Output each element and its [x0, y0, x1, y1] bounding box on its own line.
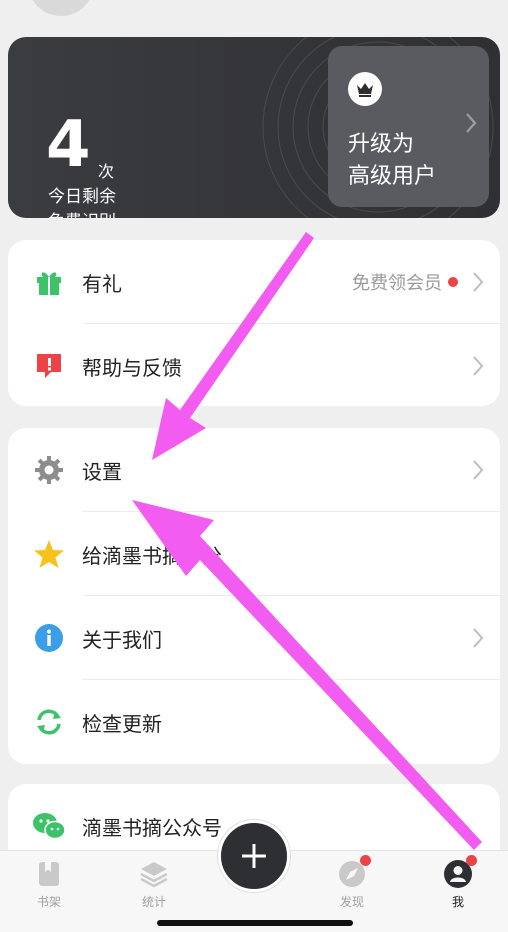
chevron-right-icon — [473, 628, 484, 648]
menu-group-rewards: 有礼 免费领会员 帮助与反馈 — [8, 240, 500, 406]
user-icon — [443, 855, 477, 889]
home-indicator — [157, 920, 353, 926]
tab-discover[interactable]: 发现 — [322, 855, 382, 910]
menu-group-settings: 设置 给滴墨书摘评分 关于我们 检查更新 — [8, 428, 500, 764]
crown-icon — [348, 72, 382, 106]
add-button[interactable] — [218, 820, 290, 892]
menu-item-label: 关于我们 — [82, 627, 162, 652]
menu-item-settings[interactable]: 设置 — [8, 428, 500, 512]
menu-item-label: 帮助与反馈 — [82, 355, 182, 380]
menu-item-gift[interactable]: 有礼 免费领会员 — [8, 240, 500, 324]
menu-item-rate-app[interactable]: 给滴墨书摘评分 — [8, 512, 500, 596]
menu-item-label: 滴墨书摘公众号 — [82, 815, 222, 840]
stats-layers-icon — [139, 859, 169, 889]
tab-label: 统计 — [141, 895, 166, 909]
chevron-right-icon — [473, 356, 484, 376]
menu-item-label: 给滴墨书摘评分 — [82, 543, 222, 568]
help-feedback-icon — [32, 349, 66, 383]
tab-stats[interactable]: 统计 — [124, 859, 184, 910]
upgrade-label: 升级为 — [348, 132, 415, 157]
chevron-right-icon — [473, 272, 484, 292]
tab-me[interactable]: 我 — [428, 855, 488, 910]
gear-icon — [32, 453, 66, 487]
tab-bookshelf[interactable]: 书架 — [19, 859, 79, 910]
remaining-label: 今日剩余 — [48, 187, 116, 207]
remaining-unit: 次 — [98, 162, 115, 181]
notification-dot — [360, 855, 371, 866]
chevron-right-icon — [473, 460, 484, 480]
chevron-right-icon — [466, 113, 477, 133]
notification-dot — [448, 277, 458, 287]
tab-label: 我 — [451, 895, 464, 909]
free-membership-text: 免费领会员 — [352, 273, 442, 294]
menu-item-label: 检查更新 — [82, 711, 162, 736]
info-icon — [32, 621, 66, 655]
menu-item-help-feedback[interactable]: 帮助与反馈 — [8, 324, 500, 406]
plus-icon — [242, 844, 266, 868]
free-membership-hint: 免费领会员 — [352, 269, 458, 295]
menu-item-check-update[interactable]: 检查更新 — [8, 680, 500, 764]
tab-label: 发现 — [339, 895, 364, 909]
bookshelf-icon — [34, 859, 64, 889]
notification-dot — [466, 855, 477, 866]
avatar[interactable] — [28, 0, 94, 16]
wechat-icon — [32, 809, 66, 843]
free-recognition-label: 免费识别 — [48, 207, 116, 218]
compass-icon — [337, 855, 371, 889]
refresh-icon — [32, 705, 66, 739]
tab-label: 书架 — [36, 895, 61, 909]
menu-item-about-us[interactable]: 关于我们 — [8, 596, 500, 680]
remaining-count: 4 — [46, 108, 91, 182]
star-icon — [32, 537, 66, 571]
gift-icon — [32, 265, 66, 299]
upgrade-button[interactable]: 升级为 高级用户 — [328, 46, 489, 207]
menu-item-label: 设置 — [82, 459, 122, 484]
premium-user-label: 高级用户 — [348, 164, 437, 189]
menu-item-label: 有礼 — [82, 271, 122, 296]
